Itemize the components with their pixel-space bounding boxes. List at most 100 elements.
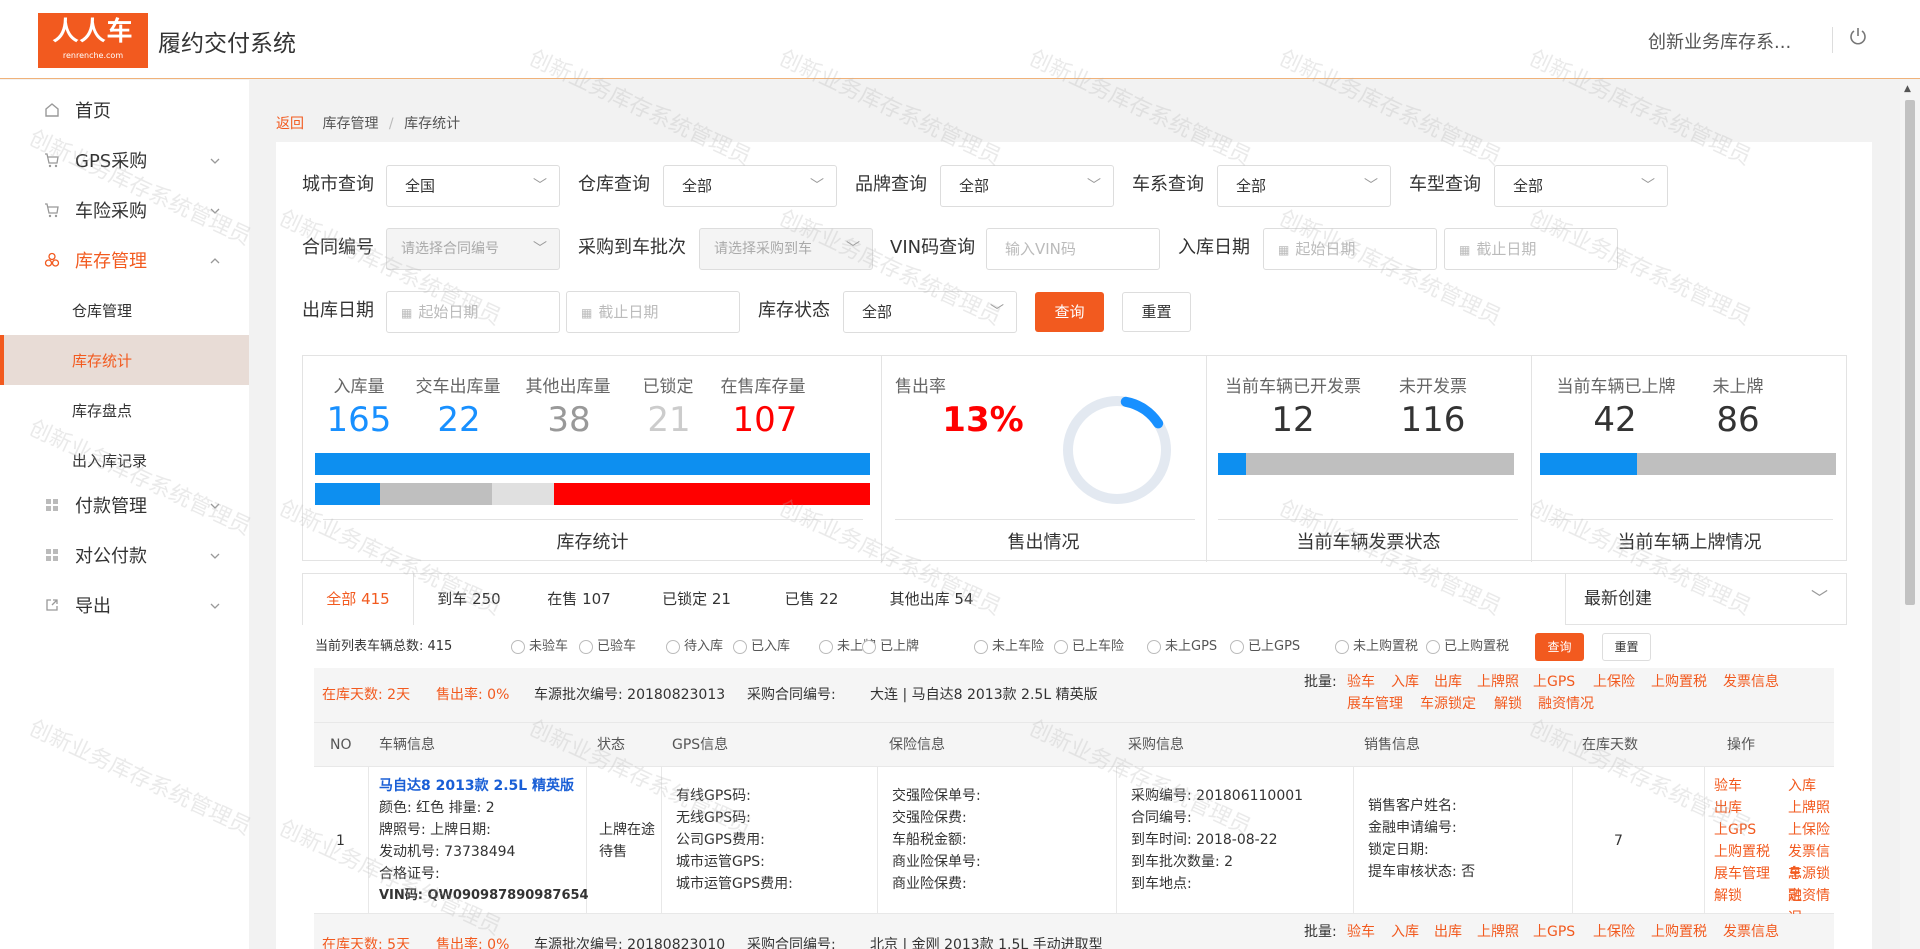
- batch-action-link[interactable]: 融资情况: [1538, 695, 1594, 713]
- filter-radio[interactable]: [579, 640, 593, 654]
- row-op-link[interactable]: 上牌照: [1788, 797, 1830, 819]
- sidebar-subitem-stocktake[interactable]: 库存盘点: [0, 385, 249, 435]
- row-op-link[interactable]: 入库: [1788, 775, 1816, 797]
- batch-action-link[interactable]: 上购置税: [1651, 673, 1707, 691]
- filter-radio[interactable]: [1230, 640, 1244, 654]
- sidebar-item-insurance-purchase[interactable]: 车险采购: [0, 185, 249, 235]
- batch-action-link[interactable]: 入库: [1391, 673, 1419, 691]
- sidebar-item-corporate-payment[interactable]: 对公付款: [0, 530, 249, 580]
- back-link[interactable]: 返回: [276, 116, 304, 132]
- brand-select[interactable]: 全部 ﹀: [940, 165, 1114, 207]
- vehicle-vin: VIN码: QW090987890987654: [379, 888, 589, 903]
- in-date-end-input[interactable]: ▦ 截止日期: [1444, 228, 1618, 270]
- tab-locked[interactable]: 已锁定 21: [634, 574, 759, 625]
- purchase-line: 到车批次数量: 2: [1131, 854, 1234, 870]
- sidebar-subitem-inventory-stats[interactable]: 库存统计: [0, 335, 249, 385]
- batch-action-link[interactable]: 出库: [1434, 673, 1462, 691]
- series-select[interactable]: 全部 ﹀: [1217, 165, 1391, 207]
- tab-arrived[interactable]: 到车 250: [414, 574, 524, 625]
- batch-action-link[interactable]: 入库: [1391, 923, 1419, 941]
- stat-value-in: 165: [326, 400, 392, 440]
- tab-on-sale[interactable]: 在售 107: [524, 574, 634, 625]
- tab-other-out[interactable]: 其他出库 54: [864, 574, 999, 625]
- warehouse-filter-label: 仓库查询: [578, 174, 650, 195]
- batch-action-link[interactable]: 车源锁定: [1420, 695, 1476, 713]
- batch-action-link[interactable]: 验车: [1347, 673, 1375, 691]
- sort-select[interactable]: 最新创建 ﹀: [1565, 573, 1847, 625]
- batch-action-link[interactable]: 发票信息: [1723, 923, 1779, 941]
- batch-action-link[interactable]: 上保险: [1593, 673, 1635, 691]
- batch-action-link[interactable]: 上牌照: [1477, 673, 1519, 691]
- reset-button[interactable]: 重置: [1122, 292, 1191, 332]
- list-reset-button[interactable]: 重置: [1602, 633, 1651, 661]
- purchase-batch-select[interactable]: 请选择采购到车 ﹀: [699, 228, 873, 270]
- warehouse-select[interactable]: 全部 ﹀: [663, 165, 837, 207]
- row-op-link[interactable]: 验车: [1714, 775, 1742, 797]
- batch-action-link[interactable]: 上GPS: [1533, 673, 1575, 691]
- city-select[interactable]: 全国 ﹀: [386, 165, 560, 207]
- sidebar-item-gps-purchase[interactable]: GPS采购: [0, 135, 249, 185]
- sidebar-item-home[interactable]: 首页: [0, 85, 249, 135]
- filter-radio[interactable]: [1426, 640, 1440, 654]
- filter-radio[interactable]: [1054, 640, 1068, 654]
- batch-action-link[interactable]: 上GPS: [1533, 923, 1575, 941]
- sidebar-subitem-warehouse[interactable]: 仓库管理: [0, 285, 249, 335]
- sidebar-item-inventory[interactable]: 库存管理: [0, 235, 249, 285]
- filter-radio[interactable]: [1147, 640, 1161, 654]
- sidebar-item-payment[interactable]: 付款管理: [0, 480, 249, 530]
- vin-input[interactable]: 输入VIN码: [986, 228, 1160, 270]
- batch-action-link[interactable]: 上购置税: [1651, 923, 1707, 941]
- chevron-down-icon: [210, 550, 220, 560]
- sidebar-item-export[interactable]: 导出: [0, 580, 249, 630]
- scrollbar-thumb[interactable]: [1905, 100, 1915, 605]
- batch-sell-rate: 售出率: 0%: [436, 937, 510, 949]
- filter-radio[interactable]: [862, 640, 876, 654]
- stat-label-not-plated: 未上牌: [1712, 377, 1764, 397]
- th-ops: 操作: [1727, 737, 1755, 753]
- tab-all[interactable]: 全部 415: [303, 574, 414, 625]
- header-divider: [1832, 27, 1833, 53]
- user-name[interactable]: 创新业务库存系...: [1648, 28, 1791, 54]
- stat-label-delivery-out: 交车出库量: [415, 377, 501, 397]
- batch-action-link[interactable]: 展车管理: [1347, 695, 1403, 713]
- filter-radio[interactable]: [511, 640, 525, 654]
- power-icon[interactable]: [1848, 26, 1868, 46]
- brand-logo[interactable]: 人人车 renrenche.com: [38, 13, 148, 68]
- filter-radio[interactable]: [733, 640, 747, 654]
- row-op-link[interactable]: 上购置税: [1714, 841, 1770, 863]
- row-op-link[interactable]: 上GPS: [1714, 819, 1756, 841]
- vehicle-title-link[interactable]: 马自达8 2013款 2.5L 精英版: [379, 775, 589, 797]
- filter-radio[interactable]: [974, 640, 988, 654]
- filter-radio[interactable]: [819, 640, 833, 654]
- contract-select[interactable]: 请选择合同编号 ﹀: [386, 228, 560, 270]
- list-query-button[interactable]: 查询: [1535, 633, 1584, 661]
- filter-radio[interactable]: [1335, 640, 1349, 654]
- filter-radio[interactable]: [666, 640, 680, 654]
- chevron-up-icon: [210, 255, 220, 265]
- in-date-start-input[interactable]: ▦ 起始日期: [1263, 228, 1437, 270]
- out-date-start-input[interactable]: ▦ 起始日期: [386, 291, 560, 333]
- batch-action-link[interactable]: 上保险: [1593, 923, 1635, 941]
- batch-action-link[interactable]: 发票信息: [1723, 673, 1779, 691]
- row-op-link[interactable]: 解锁: [1714, 885, 1742, 907]
- vin-filter-label: VIN码查询: [890, 237, 976, 258]
- batch-action-link[interactable]: 上牌照: [1477, 923, 1519, 941]
- stat-value-plated: 42: [1593, 400, 1637, 440]
- table-row: 1 马自达8 2013款 2.5L 精英版 颜色: 红色 排量: 2 牌照号: …: [314, 766, 1834, 926]
- sidebar-subitem-inout-records[interactable]: 出入库记录: [0, 435, 249, 485]
- breadcrumb-level1[interactable]: 库存管理: [322, 116, 378, 132]
- sidebar-item-label: 车险采购: [75, 201, 147, 222]
- query-button[interactable]: 查询: [1035, 292, 1104, 332]
- row-op-link[interactable]: 出库: [1714, 797, 1742, 819]
- batch-action-link[interactable]: 出库: [1434, 923, 1462, 941]
- row-op-link[interactable]: 上保险: [1788, 819, 1830, 841]
- status-select[interactable]: 全部 ﹀: [843, 291, 1017, 333]
- insurance-line: 车船税金额:: [892, 832, 967, 848]
- row-op-link[interactable]: 展车管理: [1714, 863, 1770, 885]
- tab-sold[interactable]: 已售 22: [759, 574, 864, 625]
- model-select[interactable]: 全部 ﹀: [1494, 165, 1668, 207]
- batch-action-link[interactable]: 解锁: [1494, 695, 1522, 713]
- batch-action-link[interactable]: 验车: [1347, 923, 1375, 941]
- scroll-up-icon[interactable]: ▲: [1904, 84, 1911, 94]
- out-date-end-input[interactable]: ▦ 截止日期: [566, 291, 740, 333]
